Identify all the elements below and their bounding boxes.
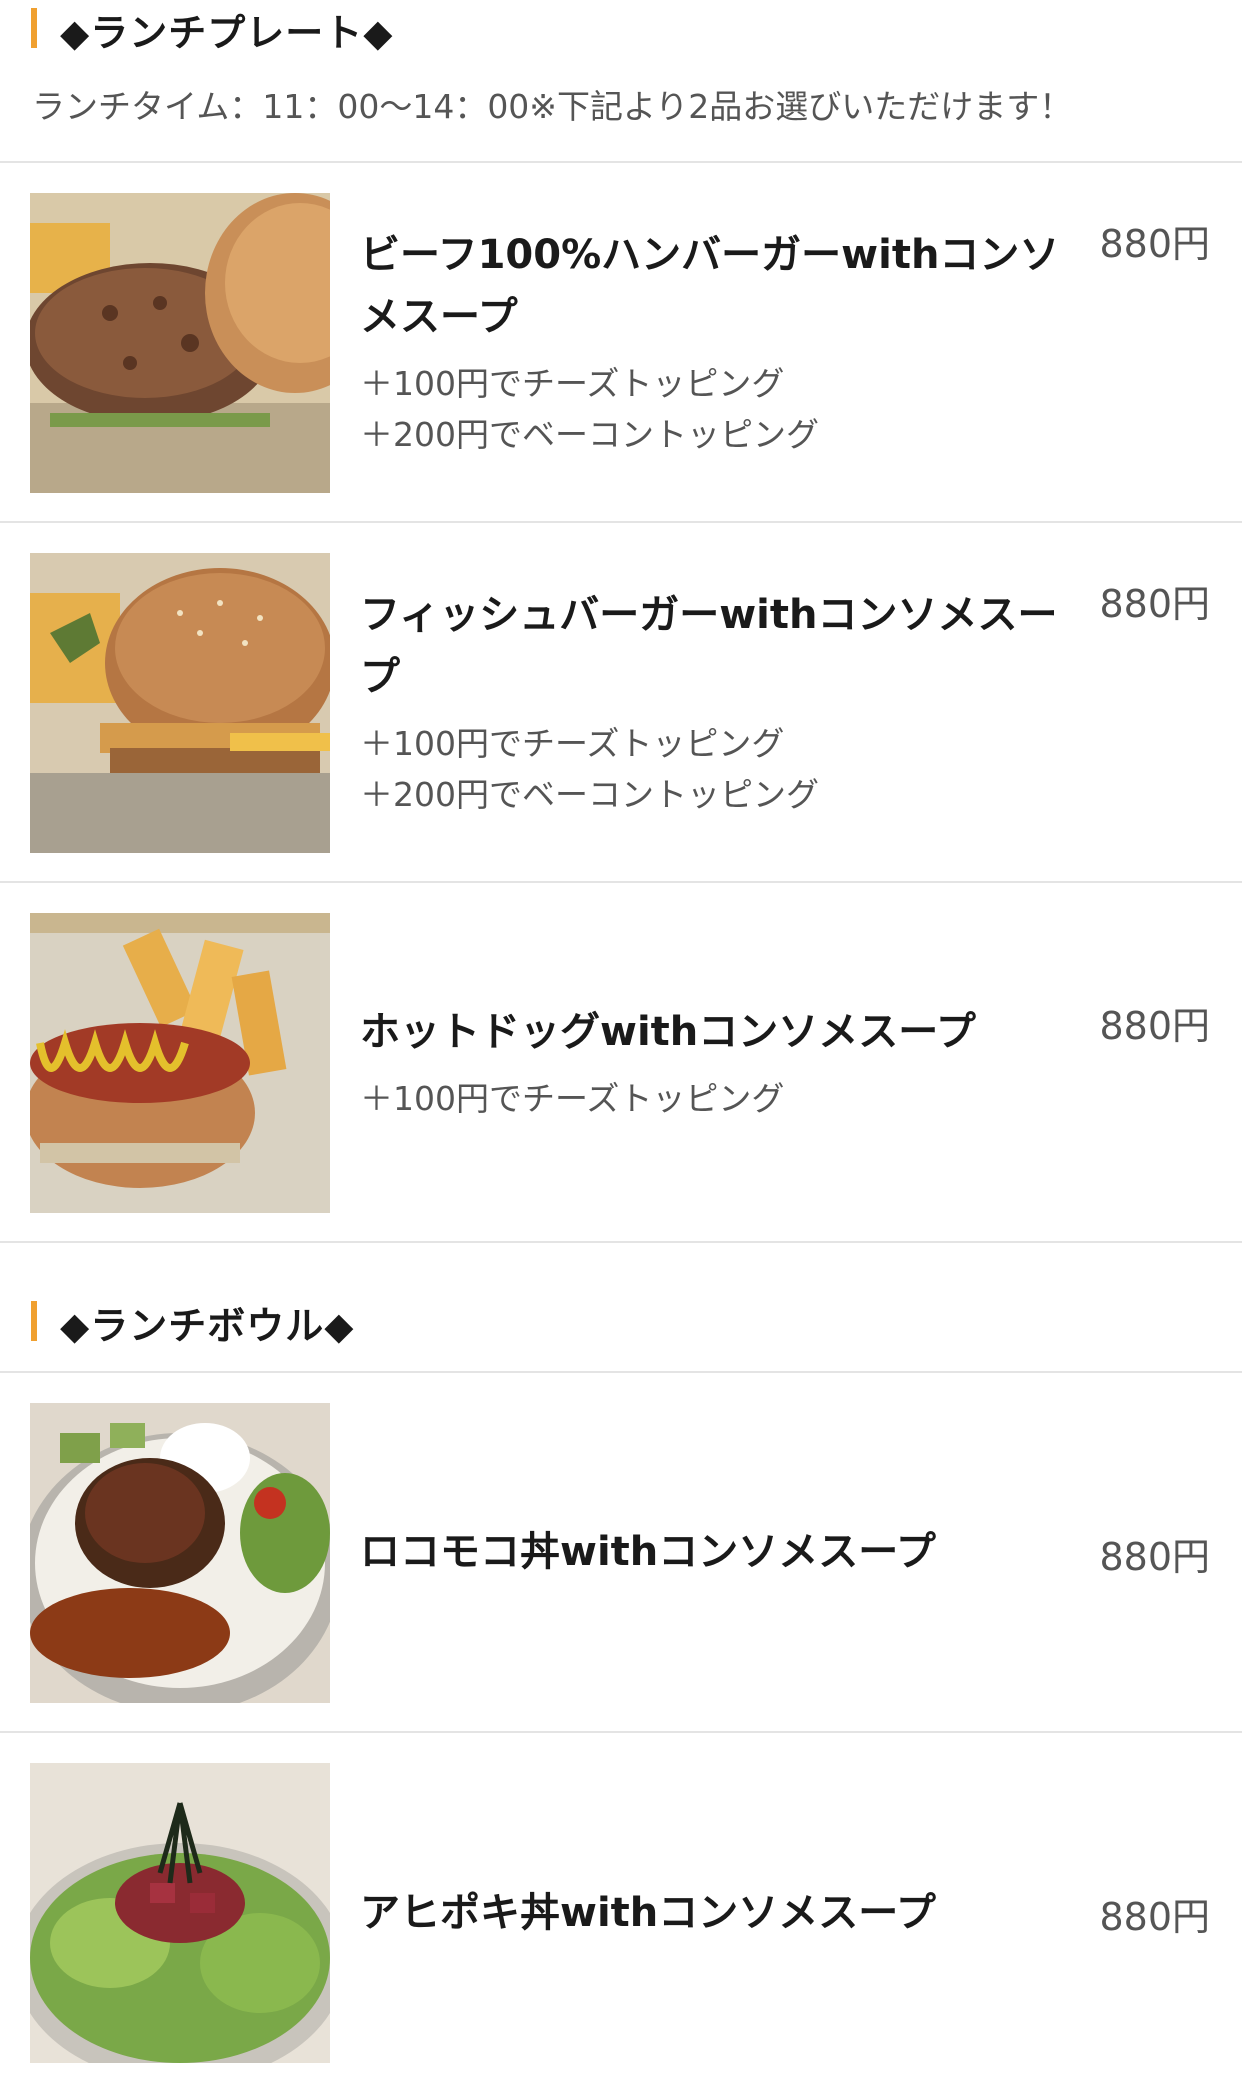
section-note-row: ランチタイム：11：00〜14：00※下記より2品お選びいただけます！ — [0, 58, 1242, 161]
fish-burger-image — [30, 553, 330, 853]
item-price: 880円 — [1099, 222, 1210, 266]
hotdog-image — [30, 913, 330, 1213]
ahi-poke-image — [30, 1763, 330, 2063]
item-info: ロコモコ丼withコンソメスープ — [360, 1373, 1060, 1731]
item-price: 880円 — [1099, 582, 1210, 626]
item-option: ＋200円でベーコントッピング — [360, 775, 819, 814]
item-price: 880円 — [1099, 1535, 1210, 1579]
item-option: ＋100円でチーズトッピング — [360, 1078, 785, 1118]
item-option: ＋100円でチーズトッピング — [360, 364, 785, 403]
item-name: アヒポキ丼withコンソメスープ — [360, 1890, 936, 1936]
section-header-lunch-bowl: ◆ランチボウル◆ — [0, 1243, 1242, 1371]
section-title: ◆ランチボウル◆ — [60, 1304, 355, 1348]
item-name: ロコモコ丼withコンソメスープ — [360, 1529, 936, 1575]
lunch-time-note: ランチタイム：11：00〜14：00※下記より2品お選びいただけます！ — [32, 87, 1073, 126]
item-option: ＋200円でベーコントッピング — [360, 415, 819, 454]
item-name: ホットドッグwithコンソメスープ — [360, 1008, 976, 1055]
item-info: フィッシュバーガーwithコンソメスープ ＋100円でチーズトッピング ＋200… — [360, 523, 1060, 881]
section-header-lunch-plate: ◆ランチプレート◆ — [0, 0, 1242, 58]
item-price: 880円 — [1099, 1004, 1210, 1048]
section-accent-bar — [31, 1301, 37, 1341]
menu-item[interactable]: ロコモコ丼withコンソメスープ 880円 — [0, 1373, 1242, 1733]
item-info: ビーフ100%ハンバーガーwithコンソメスープ ＋100円でチーズトッピング … — [360, 163, 1060, 521]
menu-item[interactable]: ビーフ100%ハンバーガーwithコンソメスープ ＋100円でチーズトッピング … — [0, 163, 1242, 523]
item-option: ＋100円でチーズトッピング — [360, 724, 785, 763]
section-accent-bar — [31, 8, 37, 48]
item-name: ビーフ100%ハンバーガーwithコンソメスープ — [360, 232, 1060, 340]
menu-item[interactable]: アヒポキ丼withコンソメスープ 880円 — [0, 1733, 1242, 2093]
lunch-menu-page: ◆ランチプレート◆ ランチタイム：11：00〜14：00※下記より2品お選びいた… — [0, 0, 1242, 2093]
item-info: アヒポキ丼withコンソメスープ — [360, 1733, 1060, 2093]
beef-burger-image — [30, 193, 330, 493]
section-title: ◆ランチプレート◆ — [60, 11, 394, 55]
item-info: ホットドッグwithコンソメスープ ＋100円でチーズトッピング — [360, 883, 1060, 1241]
menu-item[interactable]: フィッシュバーガーwithコンソメスープ ＋100円でチーズトッピング ＋200… — [0, 523, 1242, 883]
loco-moco-image — [30, 1403, 330, 1703]
menu-item[interactable]: ホットドッグwithコンソメスープ ＋100円でチーズトッピング 880円 — [0, 883, 1242, 1243]
item-price: 880円 — [1099, 1895, 1210, 1939]
item-name: フィッシュバーガーwithコンソメスープ — [360, 592, 1058, 700]
